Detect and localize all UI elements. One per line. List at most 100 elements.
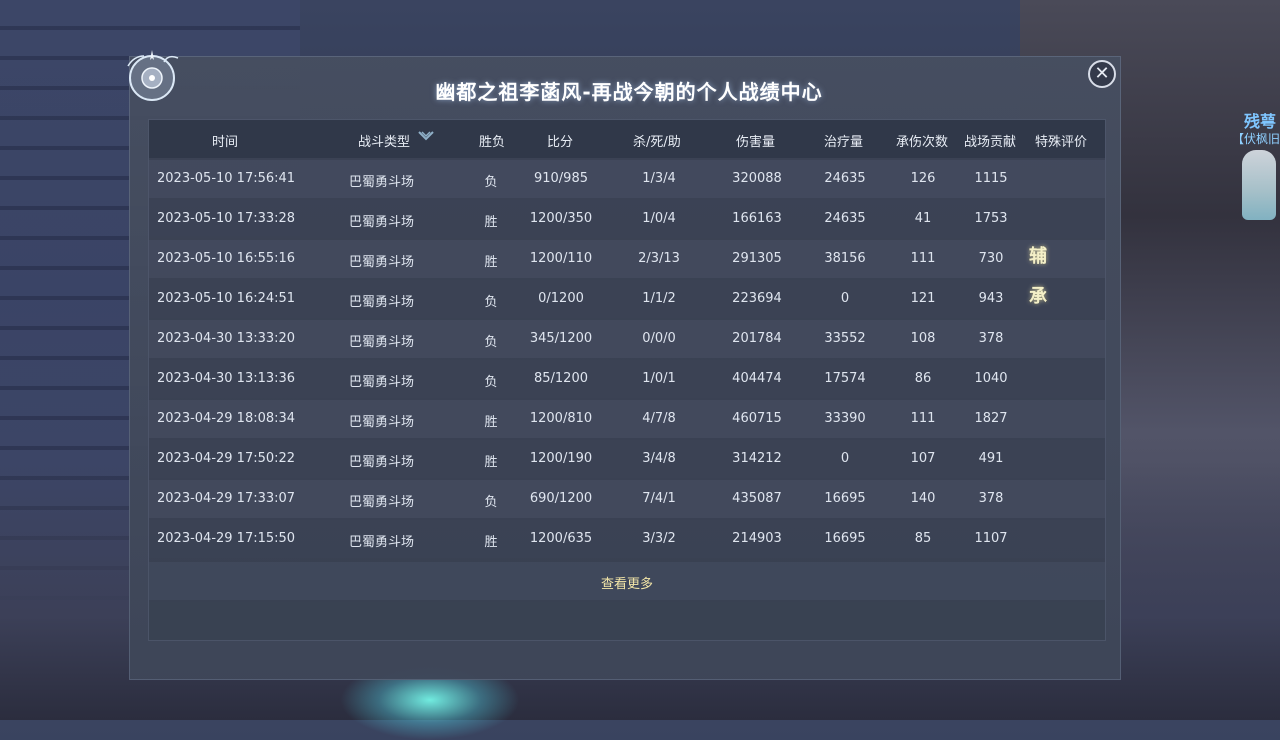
cell-healing: 0 [840,291,850,306]
cell-battle-type: 巴蜀勇斗场 [349,375,415,390]
header-battle-type[interactable]: 战斗类型 [358,131,410,150]
npc-guild: 【伏枫旧| [1232,132,1280,146]
cell-contribution: 1753 [974,211,1008,226]
table-row: 2023-04-29 17:15:50 巴蜀勇斗场 胜 1200/635 3/3/2 21… [149,520,1105,558]
cell-result: 负 [484,295,498,310]
special-rating-badge: 辅 [1029,246,1047,267]
cell-result: 胜 [484,215,498,230]
cell-contribution: 1827 [974,411,1008,426]
cell-battle-type: 巴蜀勇斗场 [349,255,415,270]
header-contribution: 战场贡献 [964,135,1017,150]
cell-damage: 404474 [732,371,782,386]
cell-healing: 24635 [824,171,866,186]
table-row: 2023-05-10 17:56:41 巴蜀勇斗场 负 910/985 1/3/4 320… [149,160,1105,198]
header-special-rating: 特殊评价 [1035,135,1088,150]
special-rating-badge: 承 [1029,286,1047,307]
close-icon: ✕ [1094,63,1110,84]
table-row: 2023-04-29 18:08:34 巴蜀勇斗场 胜 1200/810 4/7/8 46… [149,400,1105,438]
cell-healing: 16695 [824,491,866,506]
cell-contribution: 491 [978,451,1004,466]
cell-contribution: 1115 [974,171,1008,186]
cell-result: 胜 [484,255,498,270]
cell-damage: 460715 [732,411,782,426]
cell-healing: 17574 [824,371,866,386]
cell-contribution: 943 [978,291,1004,306]
cell-kda: 4/7/8 [642,411,676,426]
cell-score: 1200/635 [529,531,593,546]
cell-kda: 7/4/1 [642,491,676,506]
table-row: 2023-04-29 17:50:22 巴蜀勇斗场 胜 1200/190 3/4/8 31… [149,440,1105,478]
cell-contribution: 378 [978,331,1004,346]
compass-ornament-icon [127,50,179,101]
cell-damage: 435087 [732,491,782,506]
header-damage: 伤害量 [736,135,776,150]
cell-score: 345/1200 [529,331,593,346]
cell-damage: 223694 [732,291,782,306]
cell-contribution: 730 [978,251,1004,266]
cell-result: 胜 [484,455,498,470]
cell-result: 负 [484,375,498,390]
header-time: 时间 [212,135,239,150]
cell-result: 负 [484,495,498,510]
cell-time: 2023-04-29 17:33:07 [157,491,296,506]
cell-battle-type: 巴蜀勇斗场 [349,215,415,230]
cell-score: 1200/110 [529,251,593,266]
cell-time: 2023-04-30 13:13:36 [157,371,296,386]
more-row: 查看更多 [149,562,1105,600]
cell-time: 2023-04-29 17:15:50 [157,531,296,546]
table-row: 2023-04-30 13:33:20 巴蜀勇斗场 负 345/1200 0/0/0 20… [149,320,1105,358]
cell-result: 胜 [484,415,498,430]
cell-battle-type: 巴蜀勇斗场 [349,535,415,550]
cell-healing: 16695 [824,531,866,546]
footer-band [149,602,1105,640]
cell-score: 1200/350 [529,211,593,226]
npc-name[interactable]: 残萼 [1244,108,1276,132]
cell-result: 负 [484,175,498,190]
table-row: 2023-05-10 16:55:16 巴蜀勇斗场 胜 1200/110 2/3/13 2… [149,240,1105,278]
cell-kda: 0/0/0 [642,331,676,346]
cell-damage: 314212 [732,451,782,466]
table-row: 2023-04-30 13:13:36 巴蜀勇斗场 负 85/1200 1/0/1 404… [149,360,1105,398]
cell-kda: 2/3/13 [638,251,680,266]
header-kda: 杀/死/助 [633,135,681,150]
close-button[interactable]: ✕ [1088,60,1116,88]
table-row: 2023-04-29 17:33:07 巴蜀勇斗场 负 690/1200 7/4/1 43… [149,480,1105,518]
cell-healing: 0 [840,451,850,466]
cell-healing: 33390 [824,411,866,426]
npc-figure[interactable] [1242,150,1276,220]
cell-contribution: 378 [978,491,1004,506]
cell-kda: 1/0/1 [642,371,676,386]
cell-score: 85/1200 [533,371,588,386]
header-hits-taken: 承伤次数 [896,135,949,150]
cell-result: 负 [484,335,498,350]
cell-damage: 291305 [732,251,782,266]
cell-battle-type: 巴蜀勇斗场 [349,455,415,470]
cell-kda: 3/4/8 [642,451,676,466]
cell-kda: 1/3/4 [642,171,676,186]
cell-damage: 166163 [732,211,782,226]
battle-record-panel: 幽都之祖李菡风-再战今朝的个人战绩中心 ✕ 时间 战斗类型 胜负 比分 杀/死/… [129,56,1121,680]
panel-title: 幽都之祖李菡风-再战今朝的个人战绩中心 [435,80,823,104]
cell-kda: 3/3/2 [642,531,676,546]
cell-result: 胜 [484,535,498,550]
cell-damage: 320088 [732,171,782,186]
cell-score: 1200/810 [529,411,593,426]
cell-battle-type: 巴蜀勇斗场 [349,335,415,350]
cell-time: 2023-05-10 16:24:51 [157,291,296,306]
cell-time: 2023-05-10 16:55:16 [157,251,296,266]
chevron-down-icon[interactable] [417,128,435,147]
header-result: 胜负 [479,135,506,150]
table-row: 2023-05-10 17:33:28 巴蜀勇斗场 胜 1200/350 1/0/4 16… [149,200,1105,238]
view-more-link[interactable]: 查看更多 [149,573,1105,592]
cell-score: 690/1200 [529,491,593,506]
header-score: 比分 [547,135,574,150]
header-healing: 治疗量 [824,135,864,150]
cell-contribution: 1040 [974,371,1008,386]
cell-time: 2023-05-10 17:33:28 [157,211,296,226]
cell-healing: 38156 [824,251,866,266]
cell-battle-type: 巴蜀勇斗场 [349,175,415,190]
cell-time: 2023-04-29 17:50:22 [157,451,296,466]
cell-score: 910/985 [533,171,588,186]
cell-healing: 33552 [824,331,866,346]
cell-healing: 24635 [824,211,866,226]
